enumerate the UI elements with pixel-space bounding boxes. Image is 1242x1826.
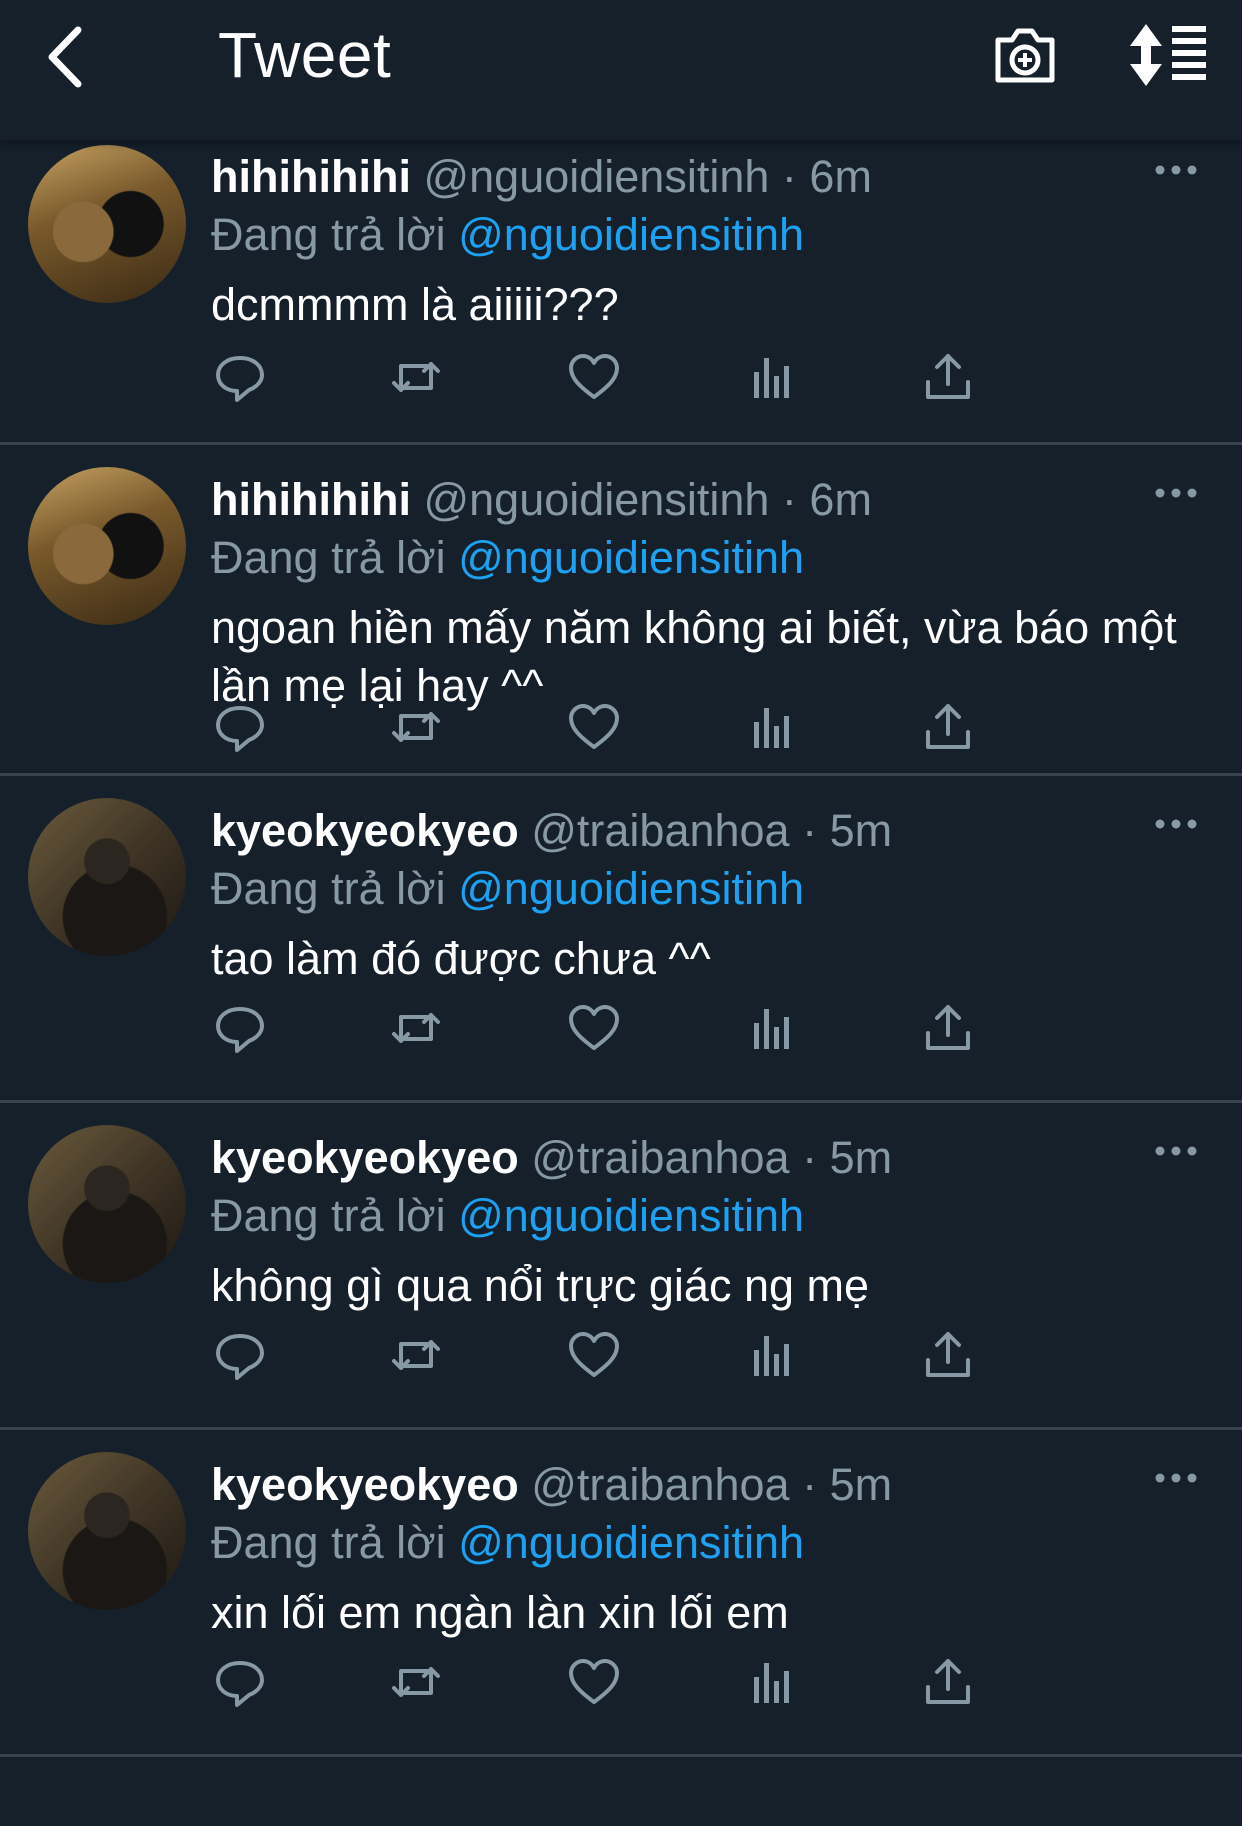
like-icon[interactable]: [567, 350, 621, 404]
tweet-item[interactable]: hihihihihi @nguoidiensitinh · 6m Đang tr…: [0, 445, 1242, 776]
reply-context: Đang trả lời @nguoidiensitinh: [211, 860, 1202, 918]
reply-prefix: Đang trả lời: [211, 1190, 446, 1241]
display-name[interactable]: hihihihihi: [211, 151, 411, 202]
more-options-icon[interactable]: [1154, 483, 1198, 503]
reply-mention[interactable]: @nguoidiensitinh: [458, 863, 804, 914]
reply-icon[interactable]: [213, 1001, 267, 1055]
sort-list-icon: [1130, 24, 1206, 86]
like-icon[interactable]: [567, 1328, 621, 1382]
timestamp: 6m: [809, 151, 872, 202]
retweet-icon[interactable]: [389, 1655, 443, 1709]
sort-button[interactable]: [1128, 22, 1210, 88]
display-name[interactable]: hihihihihi: [211, 474, 411, 525]
analytics-icon[interactable]: [745, 1655, 799, 1709]
reply-icon[interactable]: [213, 1328, 267, 1382]
tweet-item[interactable]: kyeokyeokyeo @traibanhoa · 5m Đang trả l…: [0, 1103, 1242, 1430]
tweet-actions: [211, 700, 1091, 760]
retweet-icon[interactable]: [389, 350, 443, 404]
camera-button[interactable]: [992, 22, 1058, 88]
avatar[interactable]: [28, 798, 186, 956]
user-handle: @nguoidiensitinh: [423, 151, 770, 202]
reply-icon[interactable]: [213, 350, 267, 404]
tweet-actions: [211, 350, 1091, 410]
reply-mention[interactable]: @nguoidiensitinh: [458, 532, 804, 583]
user-handle: @nguoidiensitinh: [423, 474, 770, 525]
retweet-icon[interactable]: [389, 1328, 443, 1382]
tweet-header: hihihihihi @nguoidiensitinh · 6m: [211, 471, 1202, 529]
timestamp: 5m: [829, 1132, 893, 1183]
more-options-icon[interactable]: [1154, 1468, 1198, 1488]
retweet-icon[interactable]: [389, 1001, 443, 1055]
more-options-icon[interactable]: [1154, 1141, 1198, 1161]
timestamp: 6m: [809, 474, 872, 525]
avatar[interactable]: [28, 1452, 186, 1610]
timestamp: 5m: [829, 805, 893, 856]
separator: ·: [781, 151, 797, 202]
analytics-icon[interactable]: [745, 700, 799, 754]
avatar[interactable]: [28, 467, 186, 625]
reply-mention[interactable]: @nguoidiensitinh: [458, 1190, 804, 1241]
share-icon[interactable]: [921, 350, 975, 404]
separator: ·: [802, 1132, 818, 1183]
tweet-text: xin lối em ngàn làn xin lối em: [211, 1587, 789, 1638]
reply-prefix: Đang trả lời: [211, 209, 446, 260]
analytics-icon[interactable]: [745, 1328, 799, 1382]
reply-prefix: Đang trả lời: [211, 1517, 446, 1568]
share-icon[interactable]: [921, 1328, 975, 1382]
reply-context: Đang trả lời @nguoidiensitinh: [211, 1514, 1202, 1572]
reply-prefix: Đang trả lời: [211, 863, 446, 914]
reply-context: Đang trả lời @nguoidiensitinh: [211, 206, 1202, 264]
analytics-icon[interactable]: [745, 350, 799, 404]
camera-plus-icon: [995, 28, 1055, 83]
retweet-icon[interactable]: [389, 700, 443, 754]
display-name[interactable]: kyeokyeokyeo: [211, 1459, 519, 1510]
tweet-text: không gì qua nổi trực giác ng mẹ: [211, 1260, 870, 1311]
user-handle: @traibanhoa: [531, 1132, 790, 1183]
analytics-icon[interactable]: [745, 1001, 799, 1055]
reply-mention[interactable]: @nguoidiensitinh: [458, 1517, 804, 1568]
tweet-item[interactable]: hihihihihi @nguoidiensitinh · 6m Đang tr…: [0, 140, 1242, 445]
reply-prefix: Đang trả lời: [211, 532, 446, 583]
separator: ·: [802, 1459, 818, 1510]
user-handle: @traibanhoa: [531, 805, 790, 856]
more-options-icon[interactable]: [1154, 814, 1198, 834]
display-name[interactable]: kyeokyeokyeo: [211, 805, 519, 856]
timestamp: 5m: [829, 1459, 893, 1510]
reply-context: Đang trả lời @nguoidiensitinh: [211, 529, 1202, 587]
like-icon[interactable]: [567, 1001, 621, 1055]
like-icon[interactable]: [567, 1655, 621, 1709]
display-name[interactable]: kyeokyeokyeo: [211, 1132, 519, 1183]
top-bar: Tweet: [0, 0, 1242, 140]
separator: ·: [781, 474, 797, 525]
more-options-icon[interactable]: [1154, 160, 1198, 180]
user-handle: @traibanhoa: [531, 1459, 790, 1510]
page-title: Tweet: [218, 19, 392, 91]
tweet-header: kyeokyeokyeo @traibanhoa · 5m: [211, 1129, 1202, 1187]
tweet-actions: [211, 1328, 1091, 1388]
avatar[interactable]: [28, 145, 186, 303]
reply-context: Đang trả lời @nguoidiensitinh: [211, 1187, 1202, 1245]
tweet-header: hihihihihi @nguoidiensitinh · 6m: [211, 148, 1202, 206]
share-icon[interactable]: [921, 1655, 975, 1709]
chevron-left-icon: [48, 26, 82, 88]
share-icon[interactable]: [921, 700, 975, 754]
avatar[interactable]: [28, 1125, 186, 1283]
tweet-text: tao làm đó được chưa ^^: [211, 933, 711, 984]
share-icon[interactable]: [921, 1001, 975, 1055]
tweet-text: dcmmmm là aiiiii???: [211, 279, 619, 330]
reply-icon[interactable]: [213, 1655, 267, 1709]
tweet-actions: [211, 1001, 1091, 1061]
tweet-item[interactable]: kyeokyeokyeo @traibanhoa · 5m Đang trả l…: [0, 776, 1242, 1103]
like-icon[interactable]: [567, 700, 621, 754]
tweet-header: kyeokyeokyeo @traibanhoa · 5m: [211, 802, 1202, 860]
back-button[interactable]: [40, 22, 100, 92]
separator: ·: [802, 805, 818, 856]
tweet-actions: [211, 1655, 1091, 1715]
reply-icon[interactable]: [213, 700, 267, 754]
tweet-text: ngoan hiền mấy năm không ai biết, vừa bá…: [211, 602, 1177, 711]
tweet-item[interactable]: kyeokyeokyeo @traibanhoa · 5m Đang trả l…: [0, 1430, 1242, 1757]
reply-mention[interactable]: @nguoidiensitinh: [458, 209, 804, 260]
tweet-header: kyeokyeokyeo @traibanhoa · 5m: [211, 1456, 1202, 1514]
